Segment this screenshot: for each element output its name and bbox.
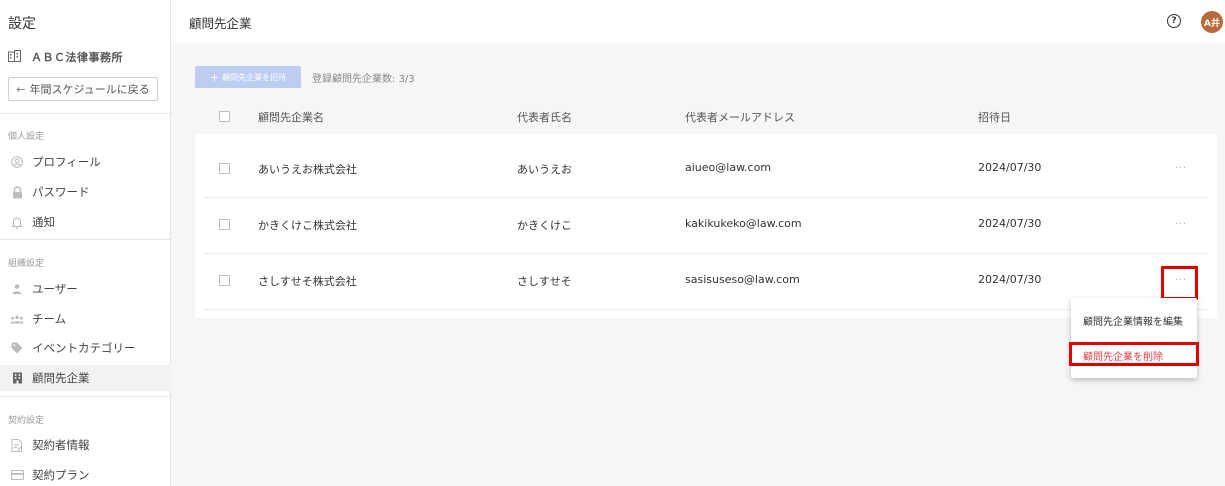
invite-date: 2024/07/30	[978, 273, 1042, 286]
select-all-checkbox[interactable]	[219, 111, 230, 122]
user-icon	[10, 283, 24, 295]
rep-email: kakikukeko@law.com	[685, 217, 802, 230]
company-name: さしすせそ株式会社	[258, 275, 357, 288]
row-checkbox[interactable]	[219, 163, 230, 174]
sidebar-item-client-companies[interactable]: 顧問先企業	[0, 365, 171, 391]
bell-icon	[10, 216, 24, 229]
section-personal: 個人設定	[8, 132, 45, 142]
sidebar-item-event-categories[interactable]: イベントカテゴリー	[0, 335, 171, 361]
row-divider	[204, 309, 1207, 310]
section-contract: 契約設定	[8, 416, 45, 426]
company-name: かきくけこ株式会社	[258, 219, 357, 232]
column-header-rep: 代表者氏名	[517, 111, 572, 124]
plus-icon: +	[209, 70, 220, 84]
sidebar-item-label: ユーザー	[32, 282, 78, 296]
rep-name: かきくけこ	[517, 219, 572, 232]
sidebar-item-label: 契約プラン	[32, 468, 90, 482]
registered-count: 登録顧問先企業数: 3/3	[312, 74, 415, 85]
edit-client-menu-item[interactable]: 顧問先企業情報を編集	[1083, 313, 1183, 328]
sidebar-item-label: プロフィール	[32, 155, 101, 169]
sidebar-item-contractor-info[interactable]: 契約者情報	[0, 432, 171, 458]
row-more-icon[interactable]: ···	[1170, 163, 1192, 174]
rep-name: あいうえお	[517, 163, 572, 176]
back-label: 年間スケジュールに戻る	[29, 83, 150, 96]
sidebar-item-label: チーム	[32, 312, 67, 326]
building-icon	[8, 49, 21, 65]
row-divider	[204, 197, 1207, 198]
section-organization: 組織設定	[8, 259, 45, 269]
column-header-company: 顧問先企業名	[258, 111, 324, 124]
help-icon[interactable]: ?	[1167, 14, 1181, 28]
invite-client-button[interactable]: + 顧問先企業を招待	[195, 66, 301, 88]
row-more-icon[interactable]: ···	[1170, 219, 1192, 230]
sidebar-item-profile[interactable]: プロフィール	[0, 149, 171, 175]
rep-email: aiueo@law.com	[685, 161, 772, 174]
rep-email: sasisuseso@law.com	[685, 273, 800, 286]
rep-name: さしすせそ	[517, 275, 572, 288]
org-name: ＡＢＣ法律事務所	[31, 51, 123, 64]
settings-sidebar: 設定 ＡＢＣ法律事務所 ← 年間スケジュールに戻る 個人設定 プロフィール パス…	[0, 0, 171, 486]
back-to-schedule-button[interactable]: ← 年間スケジュールに戻る	[8, 77, 158, 101]
document-icon	[10, 438, 24, 452]
page-title: 顧問先企業	[189, 16, 252, 31]
sidebar-item-password[interactable]: パスワード	[0, 179, 171, 205]
invite-date: 2024/07/30	[978, 217, 1042, 230]
invite-label: 顧問先企業を招待	[222, 72, 287, 82]
sidebar-item-contract-plan[interactable]: 契約プラン	[0, 462, 171, 486]
lock-icon	[10, 185, 24, 199]
sidebar-title: 設定	[8, 16, 36, 32]
card-icon	[10, 470, 24, 480]
tag-icon	[10, 342, 24, 354]
sidebar-item-label: パスワード	[32, 185, 90, 199]
invite-date: 2024/07/30	[978, 161, 1042, 174]
divider	[0, 113, 171, 114]
top-header: 顧問先企業 ? A井	[171, 0, 1225, 43]
avatar[interactable]: A井	[1201, 11, 1223, 33]
sidebar-item-label: イベントカテゴリー	[32, 341, 136, 355]
building-icon	[10, 372, 24, 384]
column-header-date: 招待日	[978, 111, 1011, 124]
sidebar-item-label: 顧問先企業	[32, 371, 90, 385]
column-header-email: 代表者メールアドレス	[685, 111, 795, 124]
sidebar-item-label: 契約者情報	[32, 438, 90, 452]
sidebar-item-label: 通知	[32, 215, 55, 229]
row-action-menu: 顧問先企業情報を編集 顧問先企業を削除	[1071, 298, 1197, 378]
profile-icon	[10, 156, 24, 168]
arrow-left-icon: ←	[16, 82, 26, 96]
sidebar-item-users[interactable]: ユーザー	[0, 276, 171, 302]
org-name-row: ＡＢＣ法律事務所	[8, 49, 123, 65]
row-checkbox[interactable]	[219, 219, 230, 230]
row-checkbox[interactable]	[219, 275, 230, 286]
team-icon	[10, 314, 24, 325]
highlight-box	[1161, 266, 1198, 300]
sidebar-item-notifications[interactable]: 通知	[0, 209, 171, 235]
divider	[0, 239, 171, 240]
company-name: あいうえお株式会社	[258, 163, 357, 176]
divider	[0, 396, 171, 397]
row-divider	[204, 253, 1207, 254]
highlight-box	[1069, 342, 1199, 366]
sidebar-item-teams[interactable]: チーム	[0, 306, 171, 332]
